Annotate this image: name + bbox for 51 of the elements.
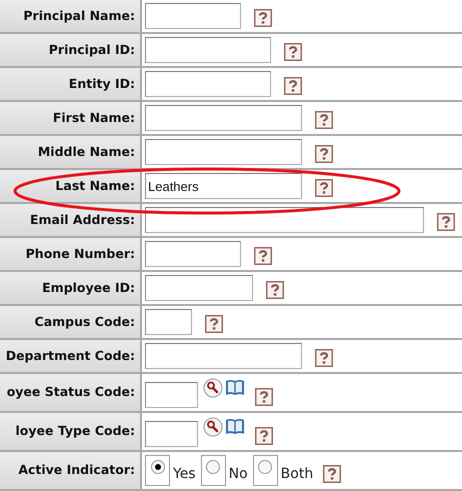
help-icon[interactable]	[254, 8, 272, 26]
text-field[interactable]	[145, 382, 198, 408]
field-label: Department Code:	[6, 346, 135, 365]
help-icon[interactable]	[254, 246, 272, 264]
search-icon[interactable]	[203, 416, 223, 436]
help-icon[interactable]	[315, 178, 333, 196]
field-label: Middle Name:	[38, 142, 135, 161]
field-label: Phone Number:	[26, 244, 135, 263]
text-field[interactable]	[145, 71, 271, 97]
text-field[interactable]	[145, 309, 192, 335]
text-field[interactable]	[145, 420, 198, 446]
text-field[interactable]	[145, 343, 302, 369]
help-icon[interactable]	[315, 348, 333, 366]
field-label: Employee ID:	[42, 278, 135, 297]
field-label: loyee Type Code:	[16, 422, 135, 440]
field-label: Active Indicator:	[18, 461, 135, 480]
help-icon[interactable]	[284, 42, 302, 60]
text-field[interactable]	[145, 37, 271, 63]
text-field[interactable]	[145, 241, 241, 267]
text-field[interactable]: Leathers	[145, 173, 302, 199]
help-icon[interactable]	[266, 280, 284, 298]
radio-label: No	[228, 465, 248, 484]
field-label: Entity ID:	[68, 74, 135, 93]
text-field[interactable]	[145, 3, 241, 29]
radio-label: Both	[280, 465, 314, 484]
text-field[interactable]	[145, 207, 424, 233]
field-label: First Name:	[52, 108, 135, 127]
search-icon[interactable]	[203, 378, 223, 398]
help-icon[interactable]	[315, 110, 333, 128]
field-label: Last Name:	[55, 176, 135, 195]
book-icon[interactable]	[225, 378, 245, 396]
field-label: Principal Name:	[23, 6, 135, 25]
help-icon[interactable]	[255, 426, 273, 444]
field-label: Email Address:	[30, 210, 135, 229]
radio-button[interactable]	[206, 460, 220, 474]
text-field[interactable]	[145, 275, 253, 301]
radio-label: Yes	[173, 465, 196, 484]
help-icon[interactable]	[437, 212, 455, 230]
help-icon[interactable]	[205, 314, 223, 332]
radio-button[interactable]	[150, 460, 164, 474]
help-icon[interactable]	[284, 76, 302, 94]
help-icon[interactable]	[255, 388, 273, 406]
text-field[interactable]	[145, 105, 302, 131]
field-label: Principal ID:	[48, 40, 135, 59]
text-field[interactable]	[145, 139, 302, 165]
field-label: Campus Code:	[34, 312, 135, 331]
help-icon[interactable]	[315, 144, 333, 162]
help-icon[interactable]	[323, 464, 342, 482]
radio-button[interactable]	[258, 460, 272, 474]
book-icon[interactable]	[225, 418, 245, 436]
field-label: oyee Status Code:	[6, 383, 135, 402]
